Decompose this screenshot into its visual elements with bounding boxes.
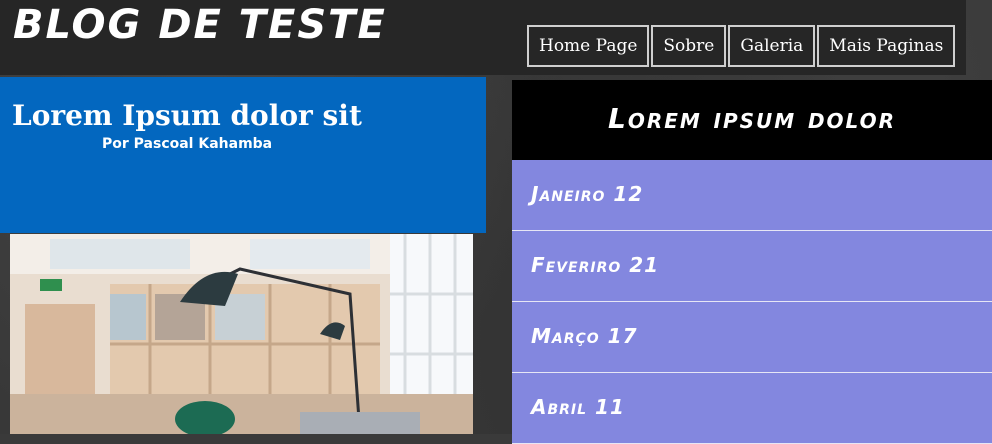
nav-sobre[interactable]: Sobre (651, 25, 727, 67)
sidebar-item-label: Feveriro 21 (531, 253, 660, 277)
sidebar-item-label: Janeiro 12 (531, 182, 644, 206)
office-interior-photo (10, 234, 473, 434)
sidebar-header: Lorem ipsum dolor (512, 80, 992, 160)
post-image (10, 234, 473, 434)
site-header: Blog de Teste Home Page Sobre Galeria Ma… (0, 0, 966, 75)
nav-galeria[interactable]: Galeria (728, 25, 816, 67)
sidebar-item-marco[interactable]: Março 17 (512, 302, 992, 373)
post-author: Por Pascoal Kahamba (102, 136, 273, 152)
sidebar-item-janeiro[interactable]: Janeiro 12 (512, 160, 992, 231)
sidebar-list: Janeiro 12 Feveriro 21 Março 17 Abril 11 (512, 160, 992, 444)
sidebar-item-abril[interactable]: Abril 11 (512, 373, 992, 444)
main-nav: Home Page Sobre Galeria Mais Paginas (527, 25, 957, 67)
post-header: Lorem Ipsum dolor sit Por Pascoal Kahamb… (0, 77, 486, 233)
sidebar-title: Lorem ipsum dolor (608, 102, 896, 135)
sidebar-item-label: Abril 11 (531, 395, 625, 419)
sidebar-item-label: Março 17 (531, 324, 638, 348)
sidebar-item-fevereiro[interactable]: Feveriro 21 (512, 231, 992, 302)
nav-home[interactable]: Home Page (527, 25, 650, 67)
post-title[interactable]: Lorem Ipsum dolor sit (12, 99, 362, 132)
site-title[interactable]: Blog de Teste (13, 2, 387, 48)
nav-mais-paginas[interactable]: Mais Paginas (817, 25, 956, 67)
